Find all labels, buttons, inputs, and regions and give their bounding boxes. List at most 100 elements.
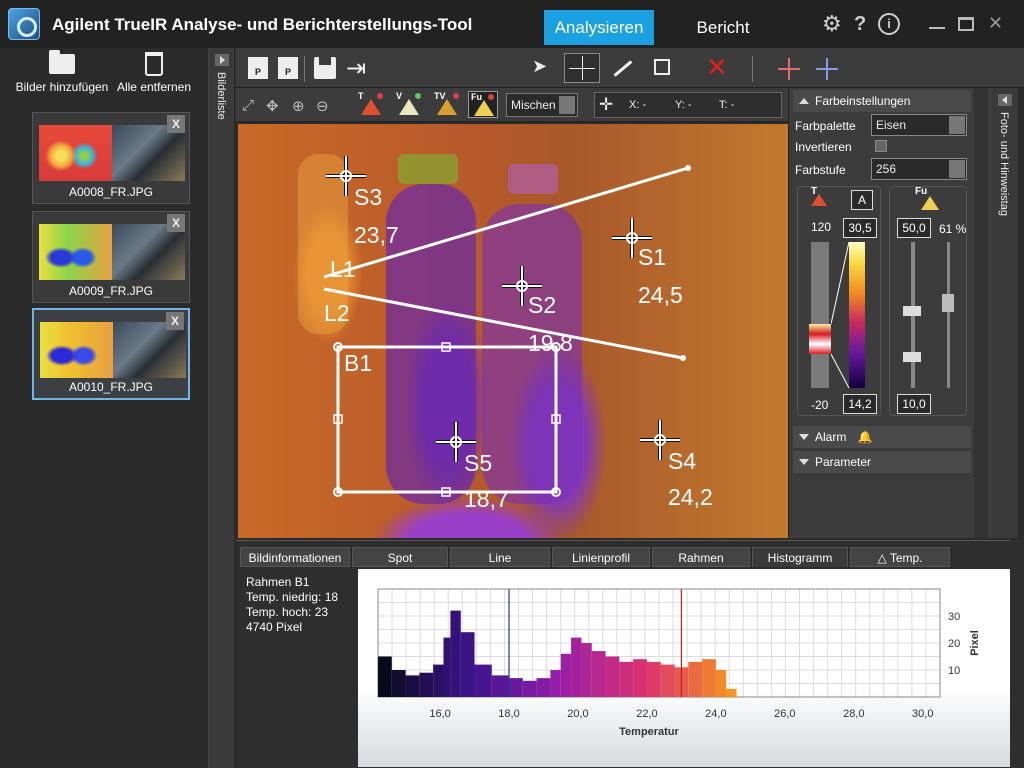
color-settings-header[interactable]: Farbeinstellungen bbox=[793, 90, 971, 112]
zoom-in-icon[interactable]: ⊕ bbox=[292, 97, 305, 115]
open-report-icon[interactable]: P bbox=[248, 57, 268, 79]
tab-histogram[interactable]: Histogramm bbox=[752, 547, 848, 567]
range-track[interactable] bbox=[811, 242, 829, 388]
histogram-bar bbox=[591, 651, 606, 697]
app-title: Agilent TrueIR Analyse- und Berichterste… bbox=[52, 15, 473, 34]
histogram-bar bbox=[581, 643, 592, 697]
trash-icon bbox=[145, 52, 163, 76]
thumbnail-card-selected[interactable]: X A0010_FR.JPG bbox=[32, 308, 190, 400]
rect-tool-icon[interactable] bbox=[654, 59, 670, 75]
image-list-strip[interactable]: Bilderliste bbox=[208, 48, 234, 768]
pan-icon[interactable]: ✥ bbox=[266, 97, 279, 115]
maximize-icon[interactable] bbox=[958, 17, 974, 31]
minimize-icon[interactable] bbox=[929, 27, 945, 29]
blend-track[interactable] bbox=[947, 242, 950, 388]
palette-thermal-button[interactable]: T bbox=[356, 91, 386, 118]
info-line: 4740 Pixel bbox=[246, 620, 303, 634]
blend-mode-select[interactable]: Mischen bbox=[506, 93, 578, 117]
y-tick-label: 10 bbox=[948, 665, 960, 677]
range-low-value[interactable]: 14,2 bbox=[843, 394, 877, 414]
thumbnail-image bbox=[40, 322, 186, 378]
line-tool-icon[interactable] bbox=[613, 60, 633, 77]
palette-select[interactable]: Eisen bbox=[871, 114, 967, 136]
export-icon[interactable]: ⇥ bbox=[346, 54, 366, 83]
close-icon[interactable]: ✕ bbox=[988, 13, 1004, 33]
y-tick-label: 30 bbox=[948, 611, 960, 623]
histogram-bar bbox=[391, 670, 406, 697]
tab-line[interactable]: Line bbox=[450, 547, 550, 567]
photo-notes-strip[interactable]: Foto- und Hinweistag bbox=[992, 88, 1018, 538]
tab-analysieren[interactable]: Analysieren bbox=[544, 10, 654, 45]
spot-s3-value: 23,7 bbox=[354, 222, 399, 248]
panel-scrollbar[interactable] bbox=[1010, 540, 1024, 768]
tab-line-profile[interactable]: Linienprofil bbox=[552, 547, 650, 567]
save-icon[interactable] bbox=[314, 57, 336, 79]
x-tick-label: 22,0 bbox=[636, 708, 657, 720]
fusion-high-value[interactable]: 50,0 bbox=[897, 218, 931, 238]
info-line: Rahmen B1 bbox=[246, 575, 310, 589]
fusion-low-value[interactable]: 10,0 bbox=[897, 394, 931, 414]
remove-thumbnail-button[interactable]: X bbox=[167, 115, 185, 133]
tab-image-info[interactable]: Bildinformationen bbox=[240, 547, 350, 567]
zoom-out-icon[interactable]: ⊖ bbox=[316, 97, 329, 115]
save-report-icon[interactable]: P bbox=[278, 57, 298, 79]
remove-thumbnail-button[interactable]: X bbox=[167, 214, 185, 232]
info-line: Temp. hoch: 23 bbox=[246, 605, 329, 619]
app-logo bbox=[8, 8, 40, 40]
tab-bericht[interactable]: Bericht bbox=[668, 10, 778, 45]
settings-scrollbar[interactable] bbox=[974, 88, 988, 538]
coord-y: Y: - bbox=[675, 99, 692, 111]
fit-icon[interactable]: ⤢ bbox=[242, 97, 254, 114]
auto-range-button[interactable]: A bbox=[851, 190, 873, 210]
palette-visual-button[interactable]: V bbox=[394, 91, 424, 118]
invert-label: Invertieren bbox=[795, 140, 852, 154]
tab-frame[interactable]: Rahmen bbox=[652, 547, 750, 567]
remove-thumbnail-button[interactable]: X bbox=[166, 312, 184, 330]
color-settings-title: Farbeinstellungen bbox=[815, 94, 911, 108]
blend-thumb[interactable] bbox=[942, 294, 954, 312]
invert-checkbox[interactable] bbox=[875, 140, 887, 152]
delete-icon[interactable]: ✕ bbox=[706, 52, 728, 83]
fusion-thumb-low[interactable] bbox=[903, 352, 921, 362]
collapse-arrow-icon[interactable] bbox=[998, 94, 1012, 106]
x-tick-label: 16,0 bbox=[429, 708, 450, 720]
collapse-arrow-icon[interactable] bbox=[215, 54, 229, 66]
delta-crosshair-blue-icon[interactable] bbox=[816, 58, 838, 80]
histogram-svg: 16,0 18,0 20,0 22,0 24,0 26,0 28,0 30,0 10 20 30 Te… bbox=[377, 588, 981, 738]
thumbnail-image bbox=[39, 125, 185, 181]
color-settings-panel: Farbeinstellungen Farbpalette Eisen Inve… bbox=[788, 88, 992, 538]
fusion-percent: 61 % bbox=[939, 222, 967, 236]
range-high-value[interactable]: 30,5 bbox=[843, 218, 877, 238]
thumbnail-card[interactable]: X A0008_FR.JPG bbox=[32, 112, 190, 204]
parameter-header[interactable]: Parameter bbox=[793, 451, 971, 473]
pointer-tool-icon[interactable]: ➤ bbox=[532, 56, 547, 77]
thumbnail-image bbox=[39, 224, 185, 280]
x-axis-label: Temperatur bbox=[619, 726, 679, 738]
scale-min: -20 bbox=[811, 398, 829, 412]
folder-icon bbox=[49, 50, 75, 74]
color-levels-select[interactable]: 256 bbox=[871, 158, 967, 180]
range-thumb[interactable] bbox=[809, 324, 831, 354]
alarm-header[interactable]: Alarm 🔔 bbox=[793, 426, 971, 448]
help-icon[interactable]: ? bbox=[854, 13, 866, 36]
palette-tv-button[interactable]: TV bbox=[432, 91, 462, 118]
info-icon[interactable]: i bbox=[878, 13, 900, 35]
spot-tool-button[interactable] bbox=[564, 53, 600, 83]
thumbnail-card[interactable]: X A0009_FR.JPG bbox=[32, 211, 190, 303]
add-images-button[interactable]: Bilder hinzufügen bbox=[12, 50, 112, 94]
fusion-thumb-high[interactable] bbox=[903, 306, 921, 316]
histogram-bar bbox=[571, 637, 582, 697]
toolbar-divider bbox=[304, 56, 305, 82]
histogram-bar bbox=[474, 664, 492, 697]
coord-x: X: - bbox=[629, 99, 647, 111]
delta-crosshair-red-icon[interactable] bbox=[778, 58, 800, 80]
tab-spot[interactable]: Spot bbox=[352, 547, 448, 567]
tab-temp[interactable]: △ Temp. bbox=[850, 547, 950, 567]
image-list-strip-label: Bilderliste bbox=[215, 72, 227, 120]
photo-notes-strip-label: Foto- und Hinweistag bbox=[998, 112, 1010, 216]
remove-all-button[interactable]: Alle entfernen bbox=[114, 52, 194, 94]
palette-fusion-button[interactable]: Fu bbox=[468, 91, 498, 118]
thermal-image-view[interactable]: S1 24,5 S2 19,8 S3 23,7 S4 24,2 S5 18,7 … bbox=[238, 124, 788, 538]
x-tick-label: 20,0 bbox=[567, 708, 588, 720]
gear-icon[interactable]: ⚙ bbox=[822, 11, 842, 37]
